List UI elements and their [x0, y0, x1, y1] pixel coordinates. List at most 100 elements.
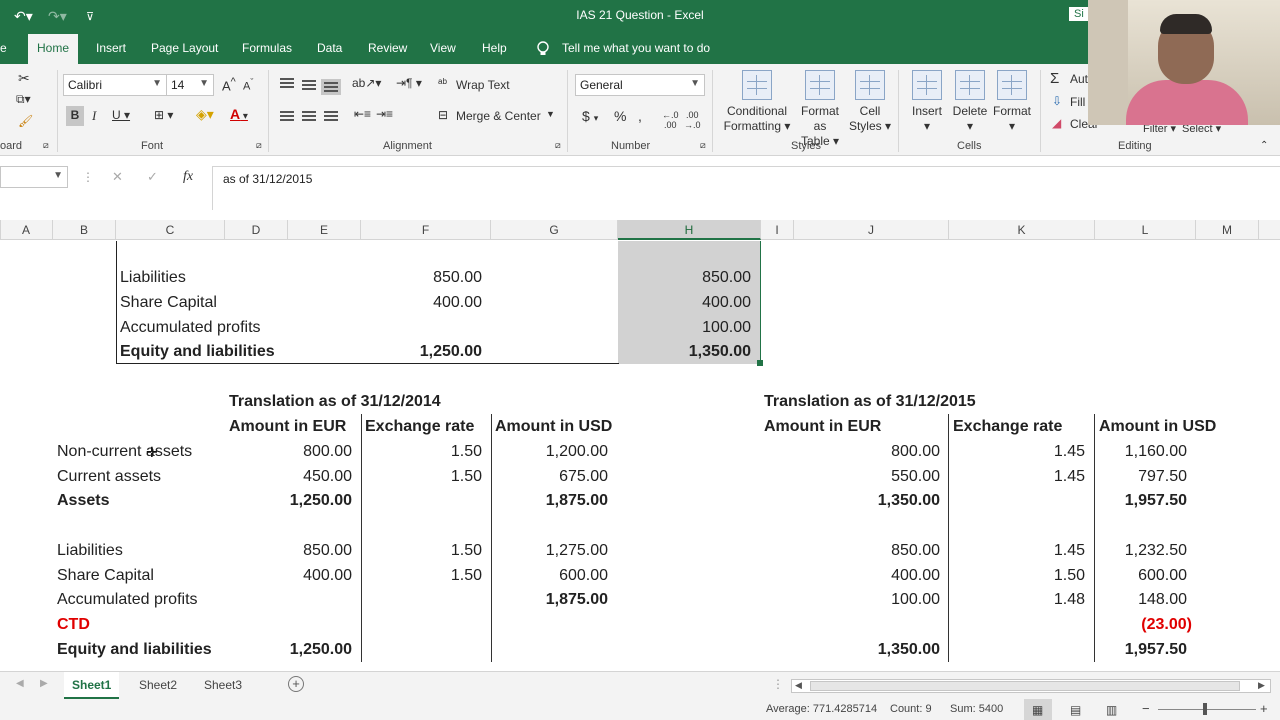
clipboard-launcher-icon[interactable]: ⧄	[43, 140, 49, 151]
horizontal-scrollbar[interactable]: ◀ ▶	[791, 679, 1271, 693]
cell-usd-2015[interactable]: 1,232.50	[1095, 539, 1187, 563]
accounting-format-icon[interactable]: $ ▾	[582, 108, 598, 124]
scroll-tabs-left-icon[interactable]: ◀	[16, 678, 24, 689]
cell-eur-2015[interactable]: 1,350.00	[794, 489, 940, 513]
worksheet-grid[interactable]: Liabilities 850.00 850.00 Share Capital …	[0, 241, 1280, 671]
cell-eur-2014[interactable]: 850.00	[225, 539, 352, 563]
column-header[interactable]: M	[1196, 220, 1259, 240]
italic-button[interactable]: I	[92, 108, 96, 124]
borders-icon[interactable]: ⊞ ▾	[154, 108, 173, 122]
cell-rate-2014[interactable]: 1.50	[361, 440, 482, 464]
scrollbar-thumb[interactable]	[810, 681, 1240, 691]
cell-rate-2014[interactable]	[361, 588, 482, 612]
cell-rate-2014[interactable]: 1.50	[361, 539, 482, 563]
align-left-icon[interactable]	[280, 111, 294, 121]
formula-input[interactable]: as of 31/12/2015	[212, 166, 1280, 210]
delete-cells-button[interactable]: Delete ▾	[950, 70, 990, 134]
sign-in-button[interactable]: Si	[1069, 7, 1089, 21]
cell-rate-2015[interactable]	[949, 489, 1085, 513]
number-format-dropdown[interactable]: General ▼	[575, 74, 705, 96]
cell-eur-2015[interactable]: 1,350.00	[794, 638, 940, 662]
decrease-font-icon[interactable]: Aˇ	[243, 77, 253, 93]
row-label[interactable]: Current assets	[57, 465, 161, 489]
cell-usd-2015[interactable]: 1,957.50	[1095, 489, 1187, 513]
align-bottom-icon[interactable]	[321, 79, 341, 95]
cell-usd-2014[interactable]: 1,275.00	[491, 539, 608, 563]
cell-styles-button[interactable]: Cell Styles ▾	[848, 70, 892, 134]
wrap-text-button[interactable]: Wrap Text	[456, 78, 510, 92]
format-painter-icon[interactable]: 🖌	[18, 114, 33, 128]
cell-eur-2014[interactable]: 1,250.00	[225, 638, 352, 662]
cell-rate-2015[interactable]: 1.45	[949, 465, 1085, 489]
cell-value[interactable]: 400.00	[618, 291, 751, 315]
scroll-left-icon[interactable]: ◀	[795, 680, 802, 691]
merge-center-button[interactable]: Merge & Center	[456, 109, 541, 123]
align-right-icon[interactable]	[324, 111, 338, 121]
sheet-tab-sheet3[interactable]: Sheet3	[196, 672, 250, 699]
column-header[interactable]: B	[53, 220, 116, 240]
format-cells-button[interactable]: Format ▾	[990, 70, 1034, 134]
new-sheet-button[interactable]: +	[288, 676, 304, 692]
tab-view[interactable]: View	[430, 41, 456, 55]
cell-eur-2014[interactable]: 800.00	[225, 440, 352, 464]
align-middle-icon[interactable]	[302, 80, 316, 90]
tab-insert[interactable]: Insert	[96, 41, 126, 55]
fill-handle[interactable]	[757, 360, 763, 366]
cell-usd-2015[interactable]: 1,957.50	[1095, 638, 1187, 662]
section-title-2014[interactable]: Translation as of 31/12/2014	[229, 390, 441, 414]
tab-help[interactable]: Help	[482, 41, 507, 55]
orientation-icon[interactable]: ab↗▾	[352, 76, 381, 90]
alignment-launcher-icon[interactable]: ⧄	[555, 140, 561, 151]
cell-usd-2014[interactable]: 1,875.00	[491, 588, 608, 612]
autosum-icon[interactable]: Σ	[1050, 70, 1059, 87]
sheet-tab-sheet2[interactable]: Sheet2	[131, 672, 185, 699]
page-layout-view-icon[interactable]: ▤	[1070, 703, 1081, 717]
number-launcher-icon[interactable]: ⧄	[700, 140, 706, 151]
cell-usd-2015[interactable]: 797.50	[1095, 465, 1187, 489]
align-center-icon[interactable]	[302, 111, 316, 121]
scroll-tabs-right-icon[interactable]: ▶	[40, 678, 48, 689]
column-header[interactable]: G	[491, 220, 618, 240]
format-as-table-button[interactable]: Format as Table ▾	[794, 70, 846, 149]
header-rate-2014[interactable]: Exchange rate	[365, 415, 474, 439]
cell-usd-2015-ctd[interactable]: (23.00)	[1095, 613, 1192, 637]
header-usd-2015[interactable]: Amount in USD	[1099, 415, 1216, 439]
cell-rate-2015[interactable]: 1.50	[949, 564, 1085, 588]
cell-usd-2014[interactable]: 1,200.00	[491, 440, 608, 464]
cell-label[interactable]: Share Capital	[120, 291, 217, 315]
tab-review[interactable]: Review	[368, 41, 407, 55]
column-header[interactable]: L	[1095, 220, 1196, 240]
fill-down-icon[interactable]: ⇩	[1052, 94, 1062, 108]
cell-usd-2015[interactable]: 600.00	[1095, 564, 1187, 588]
cell-rate-2014[interactable]: 1.50	[361, 465, 482, 489]
cell-eur-2015[interactable]: 400.00	[794, 564, 940, 588]
cell-value[interactable]: 400.00	[361, 291, 482, 315]
font-launcher-icon[interactable]: ⧄	[256, 140, 262, 151]
name-box[interactable]: ▼	[0, 166, 68, 188]
column-header[interactable]: E	[288, 220, 361, 240]
row-label[interactable]: Equity and liabilities	[57, 638, 212, 662]
zoom-in-icon[interactable]: +	[1260, 701, 1268, 716]
cell-usd-2014[interactable]: 1,875.00	[491, 489, 608, 513]
cell-rate-2014[interactable]	[361, 489, 482, 513]
chevron-down-icon[interactable]: ▼	[546, 109, 555, 119]
row-label[interactable]: Share Capital	[57, 564, 154, 588]
column-header[interactable]: A	[0, 220, 53, 240]
cell-rate-2014[interactable]: 1.50	[361, 564, 482, 588]
column-header-selected[interactable]: H	[618, 220, 761, 240]
bold-button[interactable]: B	[66, 106, 84, 126]
autosum-button[interactable]: Aut	[1070, 72, 1088, 86]
decrease-indent-icon[interactable]: ⇤≡	[354, 107, 371, 121]
cell-eur-2014[interactable]	[225, 588, 352, 612]
tab-home[interactable]: Home	[28, 34, 79, 64]
cell-eur-2015[interactable]: 550.00	[794, 465, 940, 489]
conditional-formatting-button[interactable]: Conditional Formatting ▾	[722, 70, 792, 134]
cell-eur-2015[interactable]: 100.00	[794, 588, 940, 612]
percent-style-icon[interactable]: %	[614, 108, 626, 124]
row-label-ctd[interactable]: CTD	[57, 613, 90, 637]
zoom-slider-thumb[interactable]	[1203, 703, 1207, 715]
copy-icon[interactable]: ⧉▾	[16, 92, 31, 107]
tab-splitter[interactable]: ⋮	[772, 677, 784, 691]
text-direction-icon[interactable]: ⇥¶ ▾	[396, 76, 422, 90]
header-eur-2014[interactable]: Amount in EUR	[229, 415, 346, 439]
